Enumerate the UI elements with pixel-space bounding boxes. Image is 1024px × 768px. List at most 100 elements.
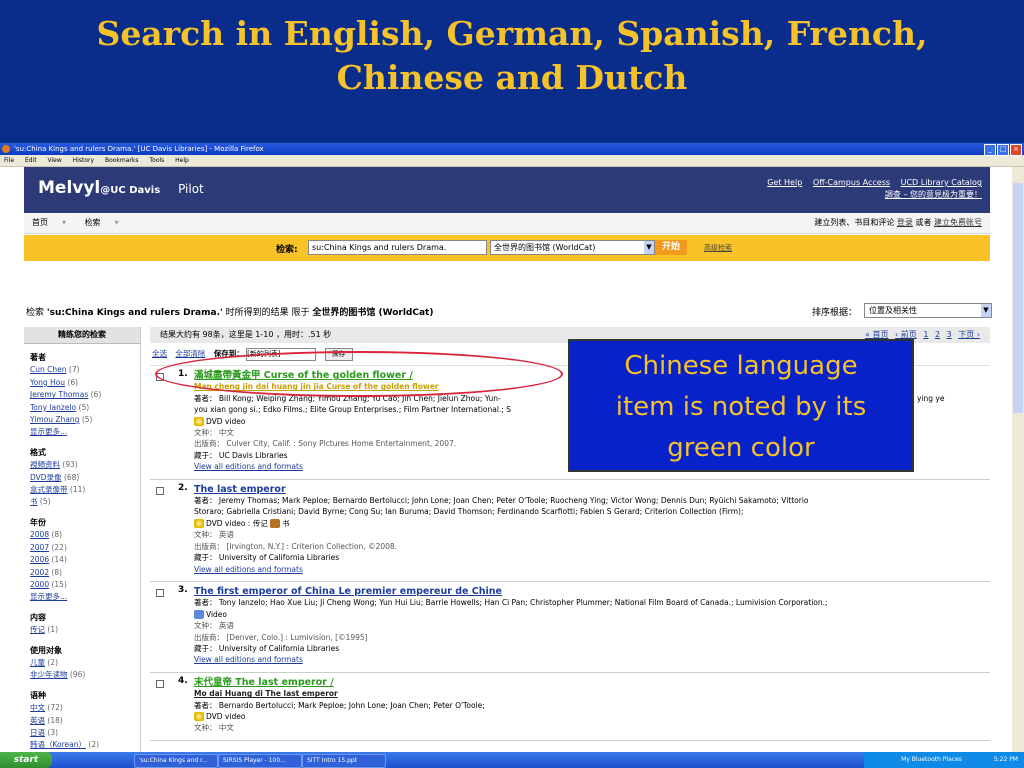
menu-view[interactable]: View (48, 157, 62, 164)
tab-home[interactable]: 首页 ▾ (24, 213, 74, 233)
record-checkbox[interactable] (156, 588, 164, 597)
facet-link[interactable]: 2000 (30, 580, 49, 589)
show-more-row: 显示更多... (30, 426, 140, 438)
get-help-link[interactable]: Get Help (767, 178, 802, 187)
slide-title-line1: Search in English, German, Spanish, Fren… (96, 14, 928, 53)
facet-link[interactable]: 传记 (30, 625, 45, 634)
record-title[interactable]: The last emperor (194, 484, 990, 495)
record-format: DVD video : 传记 书 (194, 518, 990, 529)
facet-item: DVD录像 (68) (30, 472, 140, 484)
facet-title: 格式 (30, 447, 46, 457)
feedback-link[interactable]: 調查 – 您的意見极为重要！ (885, 190, 982, 199)
menu-help[interactable]: Help (175, 157, 189, 164)
record-format-text: DVD video (206, 711, 246, 721)
select-all-link[interactable]: 全选 (152, 349, 167, 358)
record-checkbox[interactable] (156, 486, 164, 495)
record-title[interactable]: The first emperor of China Le premier em… (194, 586, 990, 597)
pager-page-2[interactable]: 2 (935, 330, 940, 339)
task-firefox[interactable]: 'su:China Kings and r... (134, 754, 218, 768)
facet-group: 格式 視頻资料 (93) DVD录像 (68) 盒式录像带 (11) 书 (5) (30, 447, 140, 509)
facet-list: 著者 Cun Chen (7) Yong Hou (6) Jeremy Thomas … (24, 352, 140, 755)
minimize-icon[interactable]: _ (984, 144, 996, 156)
chevron-down-icon: ▾ (114, 218, 119, 227)
record-title[interactable]: 末代皇帝 The last emperor / (194, 677, 990, 688)
facet-group: 语种中文 (72)英语 (18)日语 (3)韩语（Korean） (2)西班牙语… (30, 690, 140, 755)
clear-all-link[interactable]: 全部清除 (175, 349, 205, 358)
facet-group: 年份 2008 (8) 2007 (22) 2006 (14) 2002 (8) 2000… (30, 517, 140, 604)
task-ppt[interactable]: SITT Intro 15.ppt (302, 754, 386, 768)
sort-select[interactable]: 位置及相关性 ▼ (864, 303, 992, 318)
menu-tools[interactable]: Tools (149, 157, 164, 164)
register-link[interactable]: 建立免费账号 (934, 218, 982, 227)
pager-page-3[interactable]: 3 (947, 330, 952, 339)
facet-link[interactable]: 2007 (30, 543, 49, 552)
pager-page-1[interactable]: 1 (923, 330, 928, 339)
maximize-icon[interactable]: □ (997, 144, 1009, 156)
facet-link[interactable]: 視頻资料 (30, 460, 60, 469)
facet-link[interactable]: Jeremy Thomas (30, 390, 88, 399)
login-link[interactable]: 登录 (897, 218, 913, 227)
chevron-down-icon: ▼ (644, 241, 654, 254)
off-campus-link[interactable]: Off-Campus Access (813, 178, 890, 187)
melvyl-logo[interactable]: Melvyl@UC Davis Pilot (38, 178, 204, 198)
advanced-search-link[interactable]: 高级检索 (704, 243, 732, 253)
window-titlebar[interactable]: 'su:China Kings and rulers Drama.' [UC D… (0, 143, 1024, 156)
pager-first[interactable]: « 首页 (865, 330, 888, 339)
facet-link[interactable]: Cun Chen (30, 365, 67, 374)
facet-link[interactable]: 英语 (30, 716, 45, 725)
facet-title: 语种 (30, 690, 46, 700)
facet-link[interactable]: Yong Hou (30, 378, 65, 387)
tab-search[interactable]: 检索 ▾ (77, 213, 127, 233)
start-button[interactable]: start (0, 752, 52, 768)
facet-link[interactable]: Yimou Zhang (30, 415, 79, 424)
facet-link[interactable]: 儿童 (30, 658, 45, 667)
facet-link[interactable]: 书 (30, 497, 38, 506)
ucd-catalog-link[interactable]: UCD Library Catalog (901, 178, 982, 187)
view-editions-link[interactable]: View all editions and formats (194, 565, 303, 574)
search-button[interactable]: 开始 (655, 240, 687, 255)
facet-link[interactable]: 日语 (30, 728, 45, 737)
record-format: DVD video (194, 711, 990, 722)
record-format-text: DVD video (206, 416, 246, 426)
facet-link[interactable]: 2006 (30, 555, 49, 564)
facet-item: 2007 (22) (30, 542, 140, 554)
task-sirsis[interactable]: SIRSIS Player - 100... (218, 754, 302, 768)
facet-link[interactable]: 韩语（Korean） (30, 740, 86, 749)
view-editions-link[interactable]: View all editions and formats (194, 462, 303, 471)
facet-link[interactable]: 2002 (30, 568, 49, 577)
dvd-icon (194, 519, 204, 529)
record-authors-tail: a ying ye (910, 393, 945, 403)
facet-title: 使用对象 (30, 645, 62, 655)
facet-link[interactable]: 非少年读物 (30, 670, 68, 679)
facet-link[interactable]: 盒式录像带 (30, 485, 68, 494)
pager-next[interactable]: 下页 › (958, 330, 980, 339)
show-more-link[interactable]: 显示更多... (30, 427, 67, 436)
facet-link[interactable]: 中文 (30, 703, 45, 712)
show-more-link[interactable]: 显示更多... (30, 592, 67, 601)
close-icon[interactable]: × (1010, 144, 1022, 156)
sort-label: 排序根据： (812, 308, 858, 318)
scrollbar-thumb[interactable] (1013, 183, 1023, 413)
facet-link[interactable]: Tony lanzelo (30, 403, 76, 412)
facet-count: (5) (78, 402, 90, 412)
record-checkbox[interactable] (156, 679, 164, 688)
highlight-ellipse (155, 351, 563, 397)
facet-link[interactable]: DVD录像 (30, 473, 62, 482)
facet-item: 儿童 (2) (30, 657, 140, 669)
pager-prev[interactable]: ‹ 前页 (895, 330, 917, 339)
record-alt-title[interactable]: Mo dai Huang di The last emperor (194, 688, 990, 699)
facet-item: 2008 (8) (30, 529, 140, 541)
search-input[interactable]: su:China Kings and rulers Drama. (308, 240, 487, 255)
menu-history[interactable]: History (73, 157, 94, 164)
view-editions-link[interactable]: View all editions and formats (194, 655, 303, 664)
facet-count: (8) (51, 567, 63, 577)
facet-link[interactable]: 2008 (30, 530, 49, 539)
record-number: 4. (178, 675, 188, 686)
menu-bookmarks[interactable]: Bookmarks (105, 157, 139, 164)
vertical-scrollbar[interactable] (1012, 167, 1024, 755)
menu-edit[interactable]: Edit (25, 157, 37, 164)
menu-file[interactable]: File (4, 157, 14, 164)
scope-select[interactable]: 全世界的图书馆 (WorldCat) ▼ (490, 240, 655, 255)
tray-bluetooth[interactable]: My Bluetooth Places (901, 756, 962, 763)
facet-item: 2002 (8) (30, 567, 140, 579)
